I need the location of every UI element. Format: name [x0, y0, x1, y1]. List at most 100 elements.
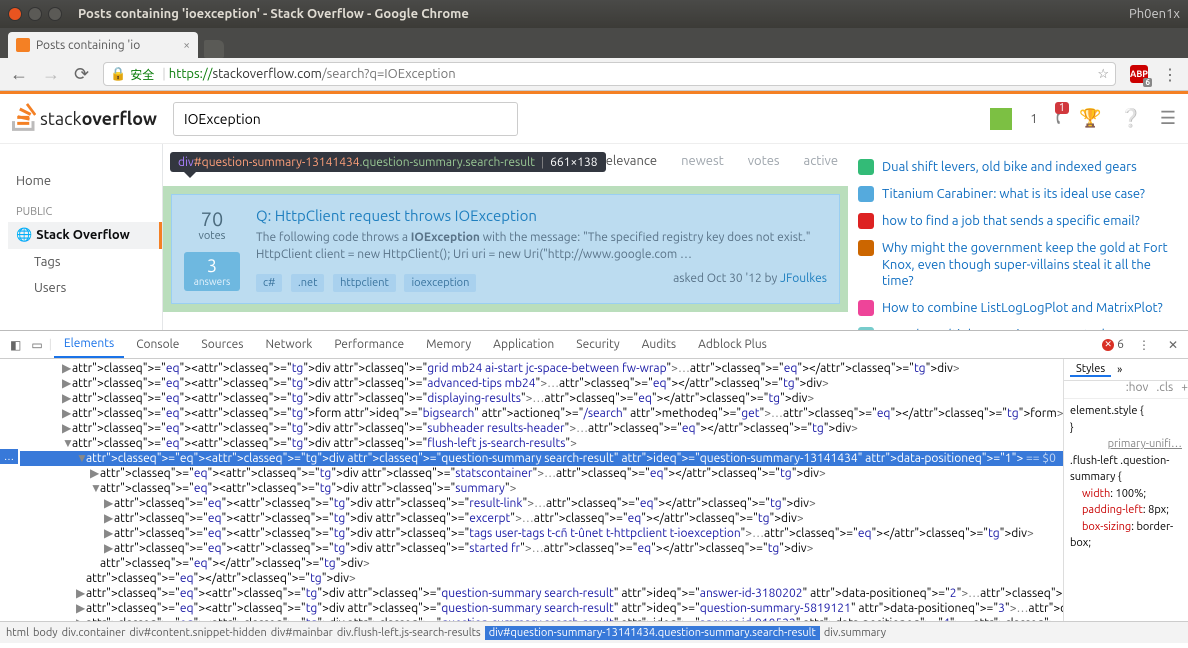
back-button[interactable]: ← — [10, 64, 28, 85]
nav-users[interactable]: Users — [8, 275, 162, 301]
network-link[interactable]: Titanium Carabiner: what is its ideal us… — [882, 186, 1145, 203]
dom-node[interactable]: ▶attr">classeq">="eq"><attr">classeq">="… — [20, 391, 1063, 406]
reload-button[interactable]: ⟳ — [74, 64, 89, 85]
dom-node[interactable]: ▶attr">classeq">="eq"><attr">classeq">="… — [20, 496, 1063, 511]
devtools-tab-application[interactable]: Application — [483, 331, 564, 358]
new-tab-button[interactable] — [204, 40, 224, 58]
network-question[interactable]: Why might the government keep the gold a… — [858, 235, 1178, 296]
breadcrumb-item[interactable]: div#content.snippet-hidden — [129, 627, 266, 639]
network-link[interactable]: How to combine ListLogLogPlot and Matrix… — [882, 300, 1163, 317]
browser-tab[interactable]: Posts containing 'io × — [8, 32, 198, 58]
tag[interactable]: httpclient — [333, 274, 396, 292]
devtools-tab-elements[interactable]: Elements — [54, 331, 124, 358]
dom-node[interactable]: ▶attr">classeq">="eq"><attr">classeq">="… — [20, 616, 1063, 621]
bookmark-icon[interactable]: ☆ — [1097, 67, 1109, 82]
sort-relevance[interactable]: relevance — [601, 154, 657, 168]
breadcrumb-item[interactable]: div#mainbar — [271, 627, 333, 639]
breadcrumb-item[interactable]: html — [6, 627, 29, 639]
forward-button[interactable]: → — [42, 64, 60, 85]
add-rule[interactable]: + — [1181, 381, 1188, 394]
tag[interactable]: ioexception — [404, 274, 476, 292]
tag[interactable]: .net — [291, 274, 324, 292]
network-question[interactable]: Titanium Carabiner: what is its ideal us… — [858, 181, 1178, 208]
devtools-close-icon[interactable]: ✕ — [1164, 338, 1182, 352]
dom-node[interactable]: ▶attr">classeq">="eq"><attr">classeq">="… — [20, 601, 1063, 616]
network-link[interactable]: How do multiple mana increasers stack? — [882, 327, 1113, 330]
dom-node[interactable]: ▶attr">classeq">="eq"><attr">classeq">="… — [20, 511, 1063, 526]
nav-tags[interactable]: Tags — [8, 249, 162, 275]
breadcrumb-item[interactable]: body — [33, 627, 58, 639]
so-search[interactable] — [173, 102, 518, 136]
dom-node[interactable]: ▼attr">classeq">="eq"><attr">classeq">="… — [20, 436, 1063, 451]
hov-toggle[interactable]: :hov — [1126, 381, 1149, 394]
devtools-tab-sources[interactable]: Sources — [191, 331, 253, 358]
network-question[interactable]: Dual shift levers, old bike and indexed … — [858, 154, 1178, 181]
stats-container: 70 votes 3 answers — [184, 207, 240, 291]
so-logo[interactable]: stackoverflow — [12, 103, 157, 135]
window-maximize[interactable] — [48, 7, 62, 21]
inspect-icon[interactable]: ◧ — [6, 338, 25, 352]
tag[interactable]: c# — [256, 274, 282, 292]
so-topbar: stackoverflow 1 🕻1 🏆 ❔ ☰ — [0, 94, 1188, 144]
search-input[interactable] — [173, 102, 518, 136]
question-summary[interactable]: 70 votes 3 answers Q: HttpClient request… — [171, 194, 840, 304]
nav-stackoverflow[interactable]: 🌐Stack Overflow — [8, 222, 162, 249]
devtools-breadcrumbs[interactable]: html body div.containerdiv#content.snippet… — [0, 621, 1188, 643]
devtools-menu-icon[interactable]: ⋮ — [1134, 338, 1154, 352]
window-close[interactable] — [8, 7, 22, 21]
network-question[interactable]: How do multiple mana increasers stack? — [858, 322, 1178, 330]
network-question[interactable]: how to find a job that sends a specific … — [858, 208, 1178, 235]
answer-count: 3 — [184, 256, 240, 276]
dom-node[interactable]: ▶attr">classeq">="eq"><attr">classeq">="… — [20, 376, 1063, 391]
elements-panel[interactable]: … ▶attr">classeq">="eq"><attr">classeq">… — [0, 359, 1063, 621]
abp-extension-icon[interactable]: ABP 6 — [1130, 65, 1148, 83]
achievements-icon[interactable]: 🏆 — [1079, 108, 1101, 129]
breadcrumb-item[interactable]: div.summary — [824, 627, 886, 639]
dom-node[interactable]: ▶attr">classeq">="eq"><attr">classeq">="… — [20, 466, 1063, 481]
window-minimize[interactable] — [28, 7, 42, 21]
devtools-tab-console[interactable]: Console — [126, 331, 189, 358]
error-count[interactable]: ✕6 — [1102, 338, 1124, 351]
devtools-tab-network[interactable]: Network — [255, 331, 322, 358]
breadcrumb-item[interactable]: div#question-summary-13141434.question-s… — [485, 626, 820, 640]
network-link[interactable]: Dual shift levers, old bike and indexed … — [882, 159, 1137, 176]
inbox-icon[interactable]: 🕻1 — [1056, 108, 1061, 129]
author-link[interactable]: JFoulkes — [780, 272, 827, 285]
chrome-menu-icon[interactable]: ⋮ — [1162, 65, 1178, 84]
dom-node[interactable]: attr">classeq">="eq"></attr">classeq">="… — [20, 571, 1063, 586]
breadcrumb-item[interactable]: div.flush-left.js-search-results — [337, 627, 481, 639]
avatar[interactable] — [990, 108, 1012, 130]
sort-newest[interactable]: newest — [681, 154, 724, 168]
devtools-tab-memory[interactable]: Memory — [416, 331, 481, 358]
dom-node[interactable]: ▶attr">classeq">="eq"><attr">classeq">="… — [20, 526, 1063, 541]
styles-more[interactable]: » — [1111, 364, 1128, 376]
dom-node[interactable]: ▶attr">classeq">="eq"><attr">classeq">="… — [20, 361, 1063, 376]
network-link[interactable]: Why might the government keep the gold a… — [882, 240, 1178, 291]
dom-node[interactable]: ▶attr">classeq">="eq"><attr">classeq">="… — [20, 541, 1063, 556]
network-link[interactable]: how to find a job that sends a specific … — [882, 213, 1140, 230]
address-bar[interactable]: 🔒 安全 | https://stackoverflow.com/search?… — [103, 62, 1116, 86]
question-title[interactable]: Q: HttpClient request throws IOException — [256, 207, 827, 224]
dom-node[interactable]: ▶attr">classeq">="eq"><attr">classeq">="… — [20, 421, 1063, 436]
nav-home[interactable]: Home — [8, 168, 162, 194]
help-icon[interactable]: ❔ — [1119, 108, 1141, 129]
cls-toggle[interactable]: .cls — [1156, 381, 1173, 394]
devtools-tab-adblock plus[interactable]: Adblock Plus — [688, 331, 777, 358]
dom-node[interactable]: ▼attr">classeq">="eq"><attr">classeq">="… — [20, 481, 1063, 496]
styles-panel[interactable]: Styles » :hov .cls + element.style { } p… — [1063, 359, 1188, 621]
breadcrumb-item[interactable]: div.container — [62, 627, 126, 639]
dom-node[interactable]: ▶attr">classeq">="eq"><attr">classeq">="… — [20, 586, 1063, 601]
site-switcher-icon[interactable]: ☰ — [1160, 108, 1176, 129]
sort-active[interactable]: active — [804, 154, 838, 168]
sort-votes[interactable]: votes — [748, 154, 780, 168]
devtools-tab-audits[interactable]: Audits — [632, 331, 687, 358]
dom-node[interactable]: ▶attr">classeq">="eq"><attr">classeq">="… — [20, 406, 1063, 421]
styles-tab[interactable]: Styles — [1070, 363, 1111, 377]
dom-node[interactable]: ▼attr">classeq">="eq"><attr">classeq">="… — [20, 451, 1063, 466]
devtools-tab-performance[interactable]: Performance — [324, 331, 414, 358]
tab-close-icon[interactable]: × — [183, 39, 190, 52]
dom-node[interactable]: attr">classeq">="eq"></attr">classeq">="… — [20, 556, 1063, 571]
devtools-tab-security[interactable]: Security — [566, 331, 629, 358]
network-question[interactable]: How to combine ListLogLogPlot and Matrix… — [858, 295, 1178, 322]
device-icon[interactable]: ▭ — [27, 338, 46, 352]
